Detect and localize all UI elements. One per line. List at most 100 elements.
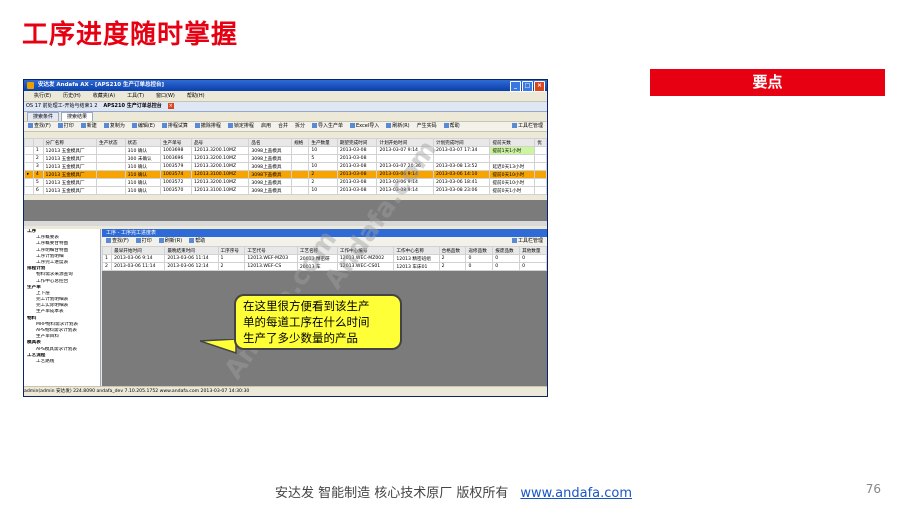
column-header[interactable]: 提前天数 [489, 138, 536, 147]
table-row[interactable]: 6 12013 五金模具厂 310 确认 1003570 12013.3100.10MZ… [24, 186, 547, 195]
doc-close-icon[interactable]: × [167, 103, 174, 109]
toolbar-excel[interactable]: Excel导入 [350, 122, 379, 131]
close-icon[interactable]: × [534, 81, 545, 92]
horizontal-scrollbar[interactable] [24, 221, 547, 226]
column-header[interactable]: 计划完成时间 [432, 138, 491, 147]
toolbar-refresh[interactable]: 刷新(R) [386, 122, 410, 131]
column-header[interactable]: 优 [534, 138, 547, 147]
menu-favorites[interactable]: 收藏夹(A) [93, 91, 115, 101]
table-row[interactable]: 2 12013 五金模具厂 300 未确认 1003696 12013.3200.10M… [24, 154, 547, 163]
column-header[interactable] [32, 138, 44, 147]
table-cell [96, 162, 126, 171]
table-cell: 3098下盖模具 [248, 170, 293, 179]
detail-help[interactable]: 帮助 [189, 237, 205, 246]
tab-search-results[interactable]: 搜索结果 [61, 112, 94, 121]
table-cell: 2 [438, 254, 467, 263]
column-header[interactable]: 期望完成时间 [336, 138, 378, 147]
table-cell: 12013 五金模具厂 [42, 186, 98, 195]
toolbar-lock[interactable]: 锁定排程 [227, 122, 254, 131]
minimize-icon[interactable]: _ [510, 81, 521, 92]
table-row[interactable]: ▸ 4 12013 五金模具厂 310 确认 1003574 12013.3100.10M… [24, 170, 547, 179]
column-header[interactable]: 工作中心名称 [393, 246, 440, 255]
table-cell: 1003698 [159, 146, 192, 155]
column-header[interactable]: 其他数量 [519, 246, 547, 255]
column-header[interactable]: 品名 [248, 138, 293, 147]
column-header[interactable]: 生产数量 [308, 138, 338, 147]
toolbar-edit[interactable]: 编辑(E) [131, 122, 155, 131]
table-cell [291, 186, 310, 195]
table-cell: 12013 五金模具厂 [42, 170, 98, 179]
undo-icon [194, 123, 200, 128]
menu-tools[interactable]: 工具(T) [127, 91, 144, 101]
menu-help[interactable]: 帮助(H) [187, 91, 205, 101]
toolbar-label: 查找(F) [34, 123, 51, 129]
column-header[interactable]: 品号 [190, 138, 250, 147]
column-header[interactable] [101, 246, 113, 255]
column-header[interactable]: 生产状态 [96, 138, 126, 147]
footer-link[interactable]: www.andafa.com [520, 486, 632, 501]
toolbar-label: 导入生产单 [317, 123, 343, 129]
table-cell [534, 162, 547, 171]
column-header[interactable]: 报废品数 [492, 246, 521, 255]
table-cell: 3098上盖模具 [248, 154, 293, 163]
column-header[interactable]: 最早开始时间 [111, 246, 166, 255]
window-controls: _ □ × [510, 81, 545, 92]
column-header[interactable]: 生产单号 [159, 138, 192, 147]
key-points-box: 要点 [650, 69, 885, 96]
table-cell [432, 154, 491, 163]
toolbar-copy[interactable]: 复制为 [103, 122, 125, 131]
column-header[interactable]: 状态 [124, 138, 161, 147]
toolbar-unschedule[interactable]: 撤除排程 [194, 122, 221, 131]
table-row[interactable]: 5 12013 五金模具厂 310 确认 1003572 12013.3200.10MZ… [24, 178, 547, 187]
toolbar-split[interactable]: 拆分 [295, 122, 305, 131]
table-cell: 12013 精密班组 [393, 254, 440, 263]
column-header[interactable]: 返修品数 [465, 246, 494, 255]
column-header[interactable]: 最晚结束时间 [164, 246, 219, 255]
tree-item[interactable]: 工艺路线 [24, 359, 100, 365]
toolbar-print[interactable]: 打印 [57, 122, 74, 131]
tab-search-conditions[interactable]: 搜索条件 [27, 112, 60, 121]
table-cell: 2013-03-06 11:14 [164, 254, 219, 263]
toolbar-import[interactable]: 导入生产单 [311, 122, 343, 131]
column-header[interactable]: 合格品数 [438, 246, 467, 255]
toolbar-new[interactable]: 新建 [80, 122, 97, 131]
column-header[interactable]: 工艺代号 [244, 246, 298, 255]
table-cell [24, 162, 34, 171]
table-cell: 3098上盖模具 [248, 162, 293, 171]
doc-tab-1[interactable]: OS 17 前处理工-开始与结束1 2 [26, 102, 97, 111]
table-cell: 1003696 [159, 154, 192, 163]
column-header[interactable] [24, 138, 34, 147]
column-header[interactable]: 规格 [291, 138, 310, 147]
column-header[interactable]: 分厂名称 [42, 138, 98, 147]
toolbar-merge[interactable]: 合并 [278, 122, 288, 131]
detail-toolbar-manage[interactable]: 工具栏管理 [511, 237, 543, 246]
menu-window[interactable]: 窗口(W) [156, 91, 175, 101]
table-row[interactable]: 1 12013 五金模具厂 310 确认 1003698 12013.3200.10MZ… [24, 146, 547, 155]
maximize-icon[interactable]: □ [522, 81, 533, 92]
menu-execute[interactable]: 执行(E) [34, 91, 51, 101]
new-icon [80, 123, 86, 128]
detail-refresh[interactable]: 刷新(R) [158, 237, 182, 246]
table-cell: 12013.3200.10MZ [190, 178, 250, 187]
slide-title: 工序进度随时掌握 [22, 20, 239, 50]
toolbar-enable[interactable]: 启用 [261, 122, 271, 131]
toolbar-manage[interactable]: 工具栏管理 [511, 122, 543, 131]
toolbar-generate[interactable]: 产生实码 [417, 122, 437, 131]
table-row[interactable]: 3 12013 五金模具厂 310 确认 1003579 12013.3200.10MZ… [24, 162, 547, 171]
detail-print[interactable]: 打印 [135, 237, 152, 246]
toolbar-trial[interactable]: 排程试算 [161, 122, 188, 131]
menu-history[interactable]: 历史(H) [63, 91, 81, 101]
detail-find[interactable]: 查找(F) [106, 237, 129, 246]
callout-note: 在这里很方便看到该生产 单的每道工序在什么时间 生产了多少数量的产品 [234, 294, 402, 350]
doc-tab-2[interactable]: APS210 生产订单总控台 [103, 102, 161, 111]
table-cell: 310 确认 [124, 146, 161, 155]
table-cell [24, 154, 34, 163]
copy-icon [103, 123, 109, 128]
table-cell: 1 [101, 254, 113, 263]
table-cell: 1003574 [159, 170, 192, 179]
table-cell [291, 154, 310, 163]
column-header[interactable]: 工序序号 [217, 246, 246, 255]
toolbar-help[interactable]: 帮助 [443, 122, 460, 131]
toolbar-find[interactable]: 查找(F) [28, 122, 51, 131]
table-cell [534, 170, 547, 179]
